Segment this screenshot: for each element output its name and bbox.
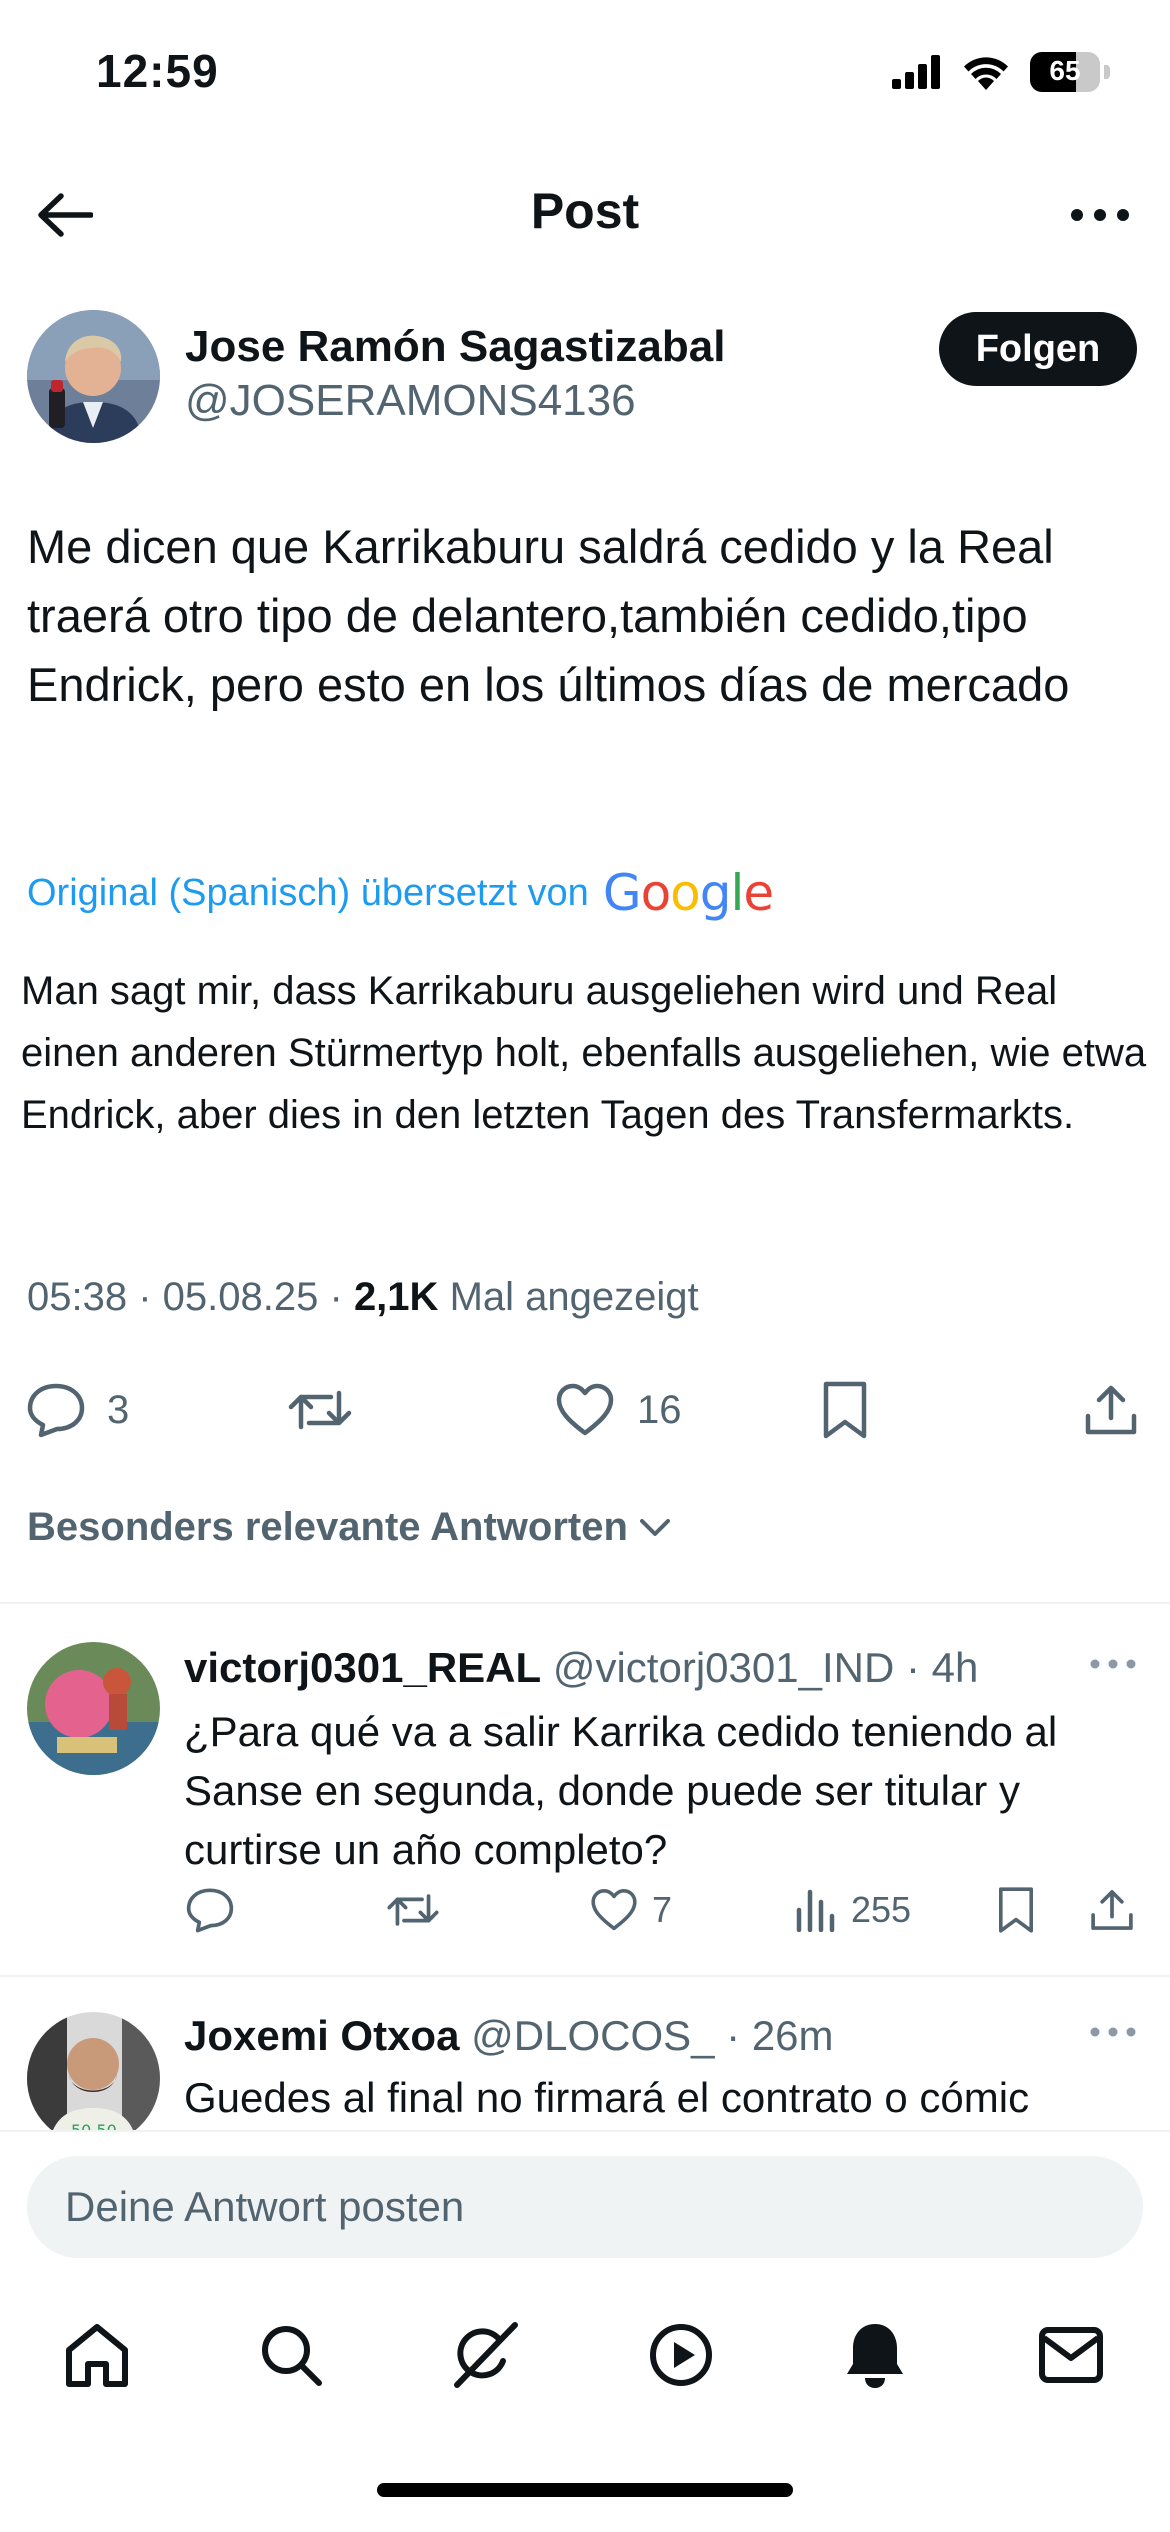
reply-sort-selector[interactable]: Besonders relevante Antworten — [27, 1505, 672, 1550]
bookmark-icon — [999, 1887, 1033, 1933]
bookmark-button[interactable] — [820, 1370, 870, 1450]
author-name[interactable]: Jose Ramón Sagastizabal — [185, 322, 725, 372]
reply-time: 4h — [931, 1644, 979, 1691]
bookmark-icon — [823, 1381, 867, 1439]
tab-notifications[interactable] — [830, 2310, 920, 2400]
post-text: Me dicen que Karrikaburu saldrá cedido y… — [27, 520, 1070, 711]
grok-icon — [454, 2322, 518, 2388]
repost-button[interactable] — [287, 1370, 353, 1450]
reply-share-button[interactable] — [1089, 1880, 1135, 1940]
home-icon — [66, 2324, 128, 2387]
more-dots-icon — [1090, 1659, 1136, 1669]
follow-button[interactable]: Folgen — [939, 312, 1137, 386]
meta-separator: · — [329, 1275, 354, 1319]
like-button[interactable]: 16 — [555, 1370, 682, 1450]
more-dots-icon — [1071, 209, 1129, 221]
author-handle[interactable]: @JOSERAMONS4136 — [185, 376, 636, 426]
views-label: Mal angezeigt — [449, 1275, 699, 1319]
bottom-tab-bar — [0, 2290, 1170, 2420]
reply-author-name[interactable]: victorj0301_REAL — [184, 1644, 541, 1691]
post-time: 05:38 — [27, 1275, 128, 1319]
tab-home[interactable] — [52, 2310, 142, 2400]
reply-views-button[interactable]: 255 — [795, 1880, 911, 1940]
reply-more-button[interactable] — [1090, 1657, 1140, 1677]
translation-attribution[interactable]: Original (Spanisch) übersetzt von Google — [27, 864, 774, 922]
analytics-icon — [796, 1889, 835, 1932]
post-date: 05.08.25 — [162, 1275, 319, 1319]
meta-separator: · — [138, 1275, 163, 1319]
chevron-down-icon — [639, 1518, 670, 1536]
battery-level: 65 — [1049, 55, 1081, 86]
tab-search[interactable] — [246, 2310, 336, 2400]
reply-author-handle[interactable]: @DLOCOS_ — [471, 2012, 714, 2059]
share-icon — [1091, 1890, 1133, 1930]
reply-time-separator: · — [714, 2012, 752, 2059]
reply-view-count: 255 — [851, 1889, 912, 1930]
share-button[interactable] — [1083, 1370, 1139, 1450]
google-logo: Google — [602, 864, 774, 922]
tab-video[interactable] — [636, 2310, 726, 2400]
page-title: Post — [530, 183, 640, 239]
reply-avatar[interactable] — [27, 1642, 160, 1775]
divider — [0, 1602, 1170, 1604]
translation-label: Original (Spanisch) übersetzt von — [27, 871, 589, 914]
more-dots-icon — [1090, 2027, 1136, 2037]
reply-time: 26m — [751, 2012, 834, 2059]
divider — [0, 1975, 1170, 1977]
repost-icon — [387, 1894, 439, 1926]
reply-bookmark-button[interactable] — [996, 1880, 1036, 1940]
notifications-icon — [847, 2324, 903, 2388]
reply-like-button[interactable]: 7 — [590, 1880, 672, 1940]
translated-text: Man sagt mir, dass Karrikaburu ausgelieh… — [21, 969, 1147, 1137]
reply-icon — [186, 1888, 234, 1933]
reply-header: Joxemi Otxoa @DLOCOS_ · 26m — [184, 2012, 834, 2060]
like-count: 16 — [637, 1387, 682, 1432]
status-bar: 12:59 65 — [0, 0, 1170, 150]
reply-text: Guedes al final no firmará el contrato o… — [184, 2074, 1030, 2121]
reply-more-button[interactable] — [1090, 2025, 1140, 2045]
reply-icon — [27, 1383, 85, 1438]
nav-header: Post — [0, 160, 1170, 270]
post-meta: 05:38 · 05.08.25 · 2,1K Mal angezeigt — [27, 1275, 699, 1320]
messages-icon — [1039, 2327, 1103, 2383]
home-indicator[interactable] — [377, 2483, 793, 2497]
tab-grok[interactable] — [440, 2310, 530, 2400]
post-action-bar: 3 16 — [0, 1370, 1170, 1450]
post-author: Jose Ramón Sagastizabal @JOSERAMONS4136 … — [27, 310, 1147, 445]
search-icon — [262, 2326, 322, 2386]
cellular-signal-icon — [892, 55, 940, 89]
author-avatar[interactable] — [27, 310, 160, 443]
repost-icon — [288, 1390, 352, 1430]
battery-icon: 65 — [1030, 52, 1100, 92]
reply-text: ¿Para qué va a salir Karrika cedido teni… — [184, 1708, 1058, 1873]
view-count[interactable]: 2,1K — [354, 1275, 439, 1319]
video-icon — [650, 2324, 712, 2386]
reply-item[interactable]: victorj0301_REAL @victorj0301_IND · 4h ¿… — [0, 1630, 1170, 1960]
heart-icon — [556, 1383, 614, 1436]
battery-cap — [1104, 65, 1110, 79]
reply-like-count: 7 — [652, 1889, 673, 1930]
reply-header: victorj0301_REAL @victorj0301_IND · 4h — [184, 1644, 978, 1692]
reply-input[interactable] — [27, 2156, 1143, 2258]
tab-messages[interactable] — [1026, 2310, 1116, 2400]
reply-count: 3 — [107, 1387, 130, 1432]
reply-author-handle[interactable]: @victorj0301_IND — [553, 1644, 894, 1691]
reply-avatar[interactable]: 50 50 — [27, 2012, 160, 2130]
heart-icon — [591, 1889, 637, 1931]
svg-text:50 50: 50 50 — [71, 2121, 117, 2130]
status-time: 12:59 — [96, 45, 219, 97]
reply-item[interactable]: 50 50 Joxemi Otxoa @DLOCOS_ · 26m Guedes… — [0, 2000, 1170, 2130]
status-icons: 65 — [892, 52, 1110, 92]
reply-time-separator: · — [894, 1644, 932, 1691]
reply-composer-bar — [0, 2130, 1170, 2270]
reply-sort-label: Besonders relevante Antworten — [27, 1505, 628, 1549]
reply-repost-button[interactable] — [386, 1880, 440, 1940]
reply-reply-button[interactable] — [186, 1880, 234, 1940]
reply-author-name[interactable]: Joxemi Otxoa — [184, 2012, 459, 2059]
wifi-icon — [964, 57, 1008, 90]
reply-action-bar: 7 255 — [0, 1880, 1170, 1940]
share-icon — [1085, 1385, 1137, 1435]
more-options-button[interactable] — [1060, 180, 1140, 250]
reply-button[interactable]: 3 — [27, 1370, 129, 1450]
